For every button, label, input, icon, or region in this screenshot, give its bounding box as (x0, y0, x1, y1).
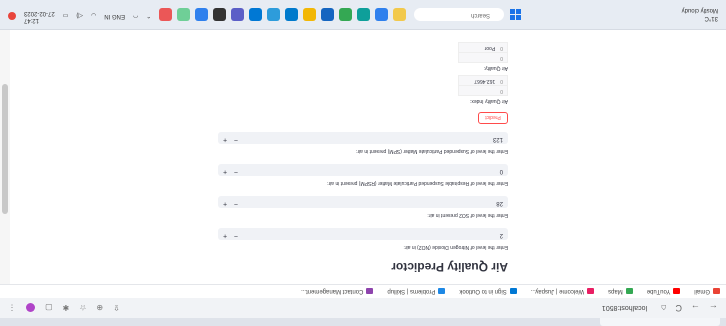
bookmark-maps[interactable]: Maps (608, 288, 633, 295)
app-icon[interactable] (267, 8, 280, 21)
wifi-icon[interactable]: ◡ (91, 13, 96, 20)
reload-icon[interactable]: C (676, 303, 683, 313)
browser-nav: ← → C ⌂ (661, 303, 718, 313)
weather-temp: 31°C (704, 15, 718, 21)
spm-label: Enter the level of Suspended Particulate… (355, 148, 508, 154)
spm-increment-button[interactable]: + (223, 136, 227, 143)
air-quality-label: Air Quality: (483, 65, 508, 71)
store-icon[interactable] (321, 8, 334, 21)
so2-value[interactable]: 28 (496, 200, 503, 206)
spm-decrement-button[interactable]: − (234, 136, 238, 143)
vs-icon[interactable] (195, 8, 208, 21)
vscode-icon[interactable] (285, 8, 298, 21)
star-icon[interactable]: ☆ (79, 304, 86, 313)
terminal-icon[interactable] (213, 8, 226, 21)
no2-increment-button[interactable]: + (223, 232, 227, 239)
rspm-decrement-button[interactable]: − (234, 168, 238, 175)
widgets-icon[interactable] (393, 8, 406, 21)
no2-value[interactable]: 2 (500, 232, 503, 238)
spm-value[interactable]: 123 (493, 136, 503, 142)
bookmark-youtube[interactable]: YouTube (647, 288, 681, 295)
contact-icon (366, 288, 374, 295)
spm-input[interactable]: 123 − + (218, 132, 508, 144)
volume-icon[interactable]: ◁) (76, 13, 83, 20)
table-row: 0Poor (484, 45, 503, 51)
chrome-icon[interactable] (339, 8, 352, 21)
notification-icon[interactable] (8, 12, 16, 20)
folder-icon[interactable] (303, 8, 316, 21)
rspm-input[interactable]: 0 − + (218, 164, 508, 176)
juspay-icon (587, 288, 595, 295)
no2-decrement-button[interactable]: − (234, 232, 238, 239)
teams-icon[interactable] (231, 8, 244, 21)
skillup-icon (438, 288, 446, 295)
sidepanel-icon[interactable]: ▢ (45, 304, 53, 313)
browser-tab-strip (0, 318, 726, 326)
photos-icon[interactable] (177, 8, 190, 21)
profile-avatar[interactable] (26, 303, 35, 313)
air-quality-table: 0 0Poor (458, 42, 508, 63)
taskbar-apps (159, 8, 406, 21)
battery-icon[interactable]: ▭ (63, 13, 69, 20)
start-button[interactable] (510, 9, 521, 20)
taskbar: 31°C Mostly cloudy Search ⌃ ◠ ENG IN ◡ ◁… (0, 0, 726, 30)
air-quality-index-label: Air Quality Index: (469, 98, 508, 104)
file-explorer-icon[interactable] (375, 8, 388, 21)
rspm-value[interactable]: 0 (500, 168, 503, 174)
bookmark-gmail[interactable]: Gmail (694, 288, 720, 295)
zoom-icon[interactable]: ⊕ (96, 304, 103, 313)
table-row: 0162.4667 (474, 78, 503, 84)
browser-toolbar: ← → C ⌂ localhost:8501 ⇪ ⊕ ☆ ✱ ▢ ⋮ (0, 297, 726, 318)
address-bar[interactable]: localhost:8501 (602, 305, 647, 312)
outlook-icon[interactable] (249, 8, 262, 21)
back-icon[interactable]: ← (709, 303, 718, 313)
so2-increment-button[interactable]: + (223, 200, 227, 207)
predict-button[interactable]: Predict (478, 112, 508, 124)
bookmark-skillup[interactable]: Problems | Skillup (387, 288, 446, 295)
share-icon[interactable]: ⇪ (113, 304, 120, 313)
edge-icon[interactable] (357, 8, 370, 21)
chevron-up-icon[interactable]: ⌃ (146, 13, 151, 20)
system-tray: ⌃ ◠ ENG IN ◡ ◁) ▭ 12:47 27-02-2023 (8, 9, 151, 23)
network-icon[interactable]: ◠ (133, 13, 138, 20)
bookmark-contact-management[interactable]: Contact Management... (301, 288, 374, 295)
so2-label: Enter the level of SO2 present in air: (427, 212, 508, 218)
no2-label: Enter the level of Nitrogen Dioxide (NO2… (403, 244, 509, 250)
browser-icon[interactable] (159, 8, 172, 21)
gmail-icon (713, 288, 720, 295)
rspm-label: Enter the level of Respirable Suspended … (327, 180, 508, 186)
weather-desc: Mostly cloudy (681, 7, 718, 13)
no2-input[interactable]: 2 − + (218, 228, 508, 240)
extensions-icon[interactable]: ✱ (63, 304, 70, 313)
taskbar-search[interactable]: Search (414, 8, 504, 21)
weather-widget[interactable]: 31°C Mostly cloudy (682, 6, 718, 22)
table-row: 0 (459, 85, 507, 95)
bookmark-juspay[interactable]: Welcome | Juspay... (531, 288, 595, 295)
scrollbar-thumb[interactable] (2, 84, 8, 214)
outlook-icon (509, 288, 517, 295)
app-page: ▲ Air Quality Predictor Enter the level … (0, 30, 726, 284)
so2-decrement-button[interactable]: − (234, 200, 238, 207)
browser-actions: ⇪ ⊕ ☆ ✱ ▢ ⋮ (8, 303, 120, 313)
so2-input[interactable]: 28 − + (218, 196, 508, 208)
language-indicator[interactable]: ENG IN (104, 13, 125, 19)
clock[interactable]: 12:47 27-02-2023 (24, 9, 55, 23)
menu-icon[interactable]: ⋮ (8, 304, 16, 313)
scrollbar[interactable] (0, 30, 10, 284)
youtube-icon (673, 288, 681, 295)
rspm-increment-button[interactable]: + (223, 168, 227, 175)
forward-icon[interactable]: → (691, 303, 700, 313)
table-row: 0 (459, 52, 507, 62)
browser-tab[interactable] (600, 318, 720, 326)
air-quality-index-table: 0 0162.4667 (458, 75, 508, 96)
home-icon[interactable]: ⌂ (661, 303, 666, 313)
maps-icon (625, 288, 633, 295)
page-title: Air Quality Predictor (391, 260, 508, 274)
bookmark-outlook[interactable]: Sign in to Outlook (459, 288, 517, 295)
bookmarks-bar: Gmail YouTube Maps Welcome | Juspay... S… (0, 284, 726, 298)
